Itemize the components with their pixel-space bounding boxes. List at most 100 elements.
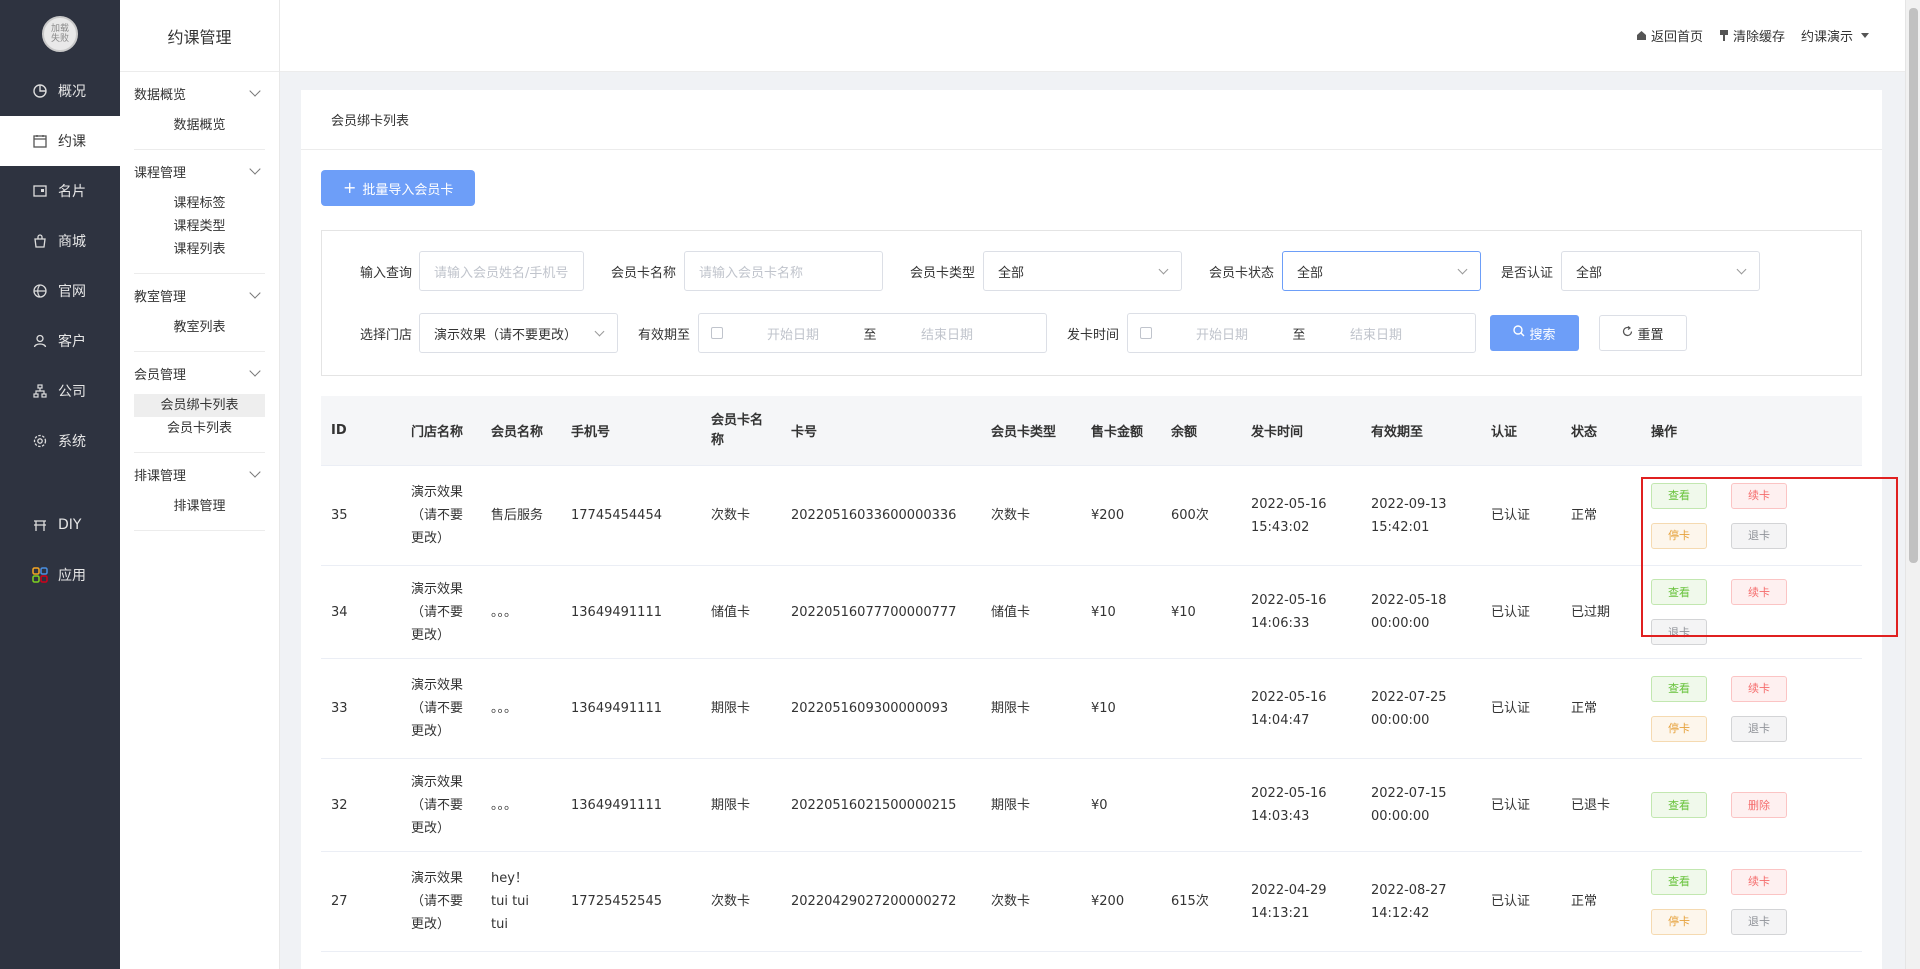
user-menu[interactable]: 约课演示	[1801, 26, 1869, 45]
group-header[interactable]: 数据概览	[134, 82, 265, 104]
view-button[interactable]: 查看	[1651, 675, 1707, 702]
cell-store: 演示效果（请不要更改）	[411, 774, 464, 836]
refund-button[interactable]: 退卡	[1731, 522, 1787, 549]
cell-card-name: 次数卡	[711, 894, 751, 909]
nav-item-label: 公司	[58, 384, 86, 400]
valid-date-range[interactable]: 开始日期 至 结束日期	[698, 313, 1047, 353]
cell-actions: 查看 续卡 退卡	[1641, 579, 1862, 645]
cell-card-type: 期限卡	[991, 701, 1031, 716]
apps-icon	[32, 567, 48, 583]
nav-item-overview[interactable]: 概况	[0, 66, 120, 116]
sub-item-data-overview[interactable]: 数据概览	[134, 114, 265, 137]
nav-item-website[interactable]: 官网	[0, 266, 120, 316]
col-member: 会员名称	[491, 425, 544, 440]
cell-status: 已退卡	[1571, 797, 1611, 813]
col-card-type: 会员卡类型	[991, 425, 1057, 440]
nav-item-customer[interactable]: 客户	[0, 316, 120, 366]
refresh-icon	[1622, 325, 1633, 341]
table-row: 34 演示效果（请不要更改） 。。。 13649491111 储值卡 2022051607…	[321, 566, 1862, 659]
sub-item-course-types[interactable]: 课程类型	[134, 215, 265, 238]
nav-item-booking[interactable]: 约课	[0, 116, 120, 166]
sub-item-member-card-list[interactable]: 会员卡列表	[134, 417, 265, 440]
view-button[interactable]: 查看	[1651, 579, 1707, 605]
cell-card-type: 储值卡	[991, 604, 1031, 620]
refund-button[interactable]: 退卡	[1731, 715, 1787, 742]
sub-item-course-list[interactable]: 课程列表	[134, 238, 265, 261]
sub-item-member-card-binding[interactable]: 会员绑卡列表	[134, 394, 265, 417]
nav-item-system[interactable]: 系统	[0, 416, 120, 466]
cell-member: hey！ tui tui tui	[491, 871, 530, 932]
sub-item-schedule[interactable]: 排课管理	[134, 495, 265, 518]
sub-nav: 约课管理 数据概览 数据概览 课程管理 课程标签 课程类型 课程列表 教室管理 …	[120, 0, 280, 969]
card-icon	[32, 183, 48, 199]
cell-balance: ¥10	[1171, 604, 1196, 620]
card-type-select[interactable]: 全部	[983, 251, 1182, 291]
suspend-button[interactable]: 停卡	[1651, 522, 1707, 549]
table-row: 27 演示效果（请不要更改） hey！ tui tui tui 17725452545…	[321, 852, 1862, 952]
nav-item-diy[interactable]: DIY	[0, 500, 120, 550]
renew-button[interactable]: 续卡	[1731, 868, 1787, 895]
group-classroom: 教室管理 教室列表	[134, 274, 265, 352]
clear-cache-link[interactable]: 清除缓存	[1719, 26, 1785, 45]
card-status-label: 会员卡状态	[1208, 265, 1274, 281]
cell-actions: 查看 续卡 停卡 退卡	[1641, 868, 1862, 935]
view-button[interactable]: 查看	[1651, 792, 1707, 818]
cell-valid: 2022-09-13 15:42:01	[1371, 496, 1447, 535]
store-select[interactable]: 演示效果（请不要更改）	[419, 313, 618, 353]
cell-member: 。。。	[491, 701, 518, 716]
cell-phone: 17725452545	[571, 894, 662, 909]
nav-item-apps[interactable]: 应用	[0, 550, 120, 600]
scrollbar-thumb[interactable]	[1909, 8, 1918, 563]
view-button[interactable]: 查看	[1651, 482, 1707, 509]
cell-status: 正常	[1571, 508, 1598, 523]
cell-store: 演示效果（请不要更改）	[411, 678, 464, 739]
sub-item-classroom-list[interactable]: 教室列表	[134, 316, 265, 339]
nav-item-card[interactable]: 名片	[0, 166, 120, 216]
nav-item-company[interactable]: 公司	[0, 366, 120, 416]
reset-button[interactable]: 重置	[1599, 315, 1687, 351]
cell-valid: 2022-07-15 00:00:00	[1371, 786, 1447, 824]
view-button[interactable]: 查看	[1651, 868, 1707, 895]
batch-import-button[interactable]: + 批量导入会员卡	[321, 170, 476, 206]
user-icon	[32, 333, 48, 349]
cell-balance: 600次	[1171, 508, 1209, 523]
renew-button[interactable]: 续卡	[1731, 482, 1787, 509]
calendar-icon	[32, 133, 48, 149]
col-card-name: 会员卡名称	[711, 412, 764, 448]
suspend-button[interactable]: 停卡	[1651, 715, 1707, 742]
vertical-scrollbar[interactable]	[1905, 0, 1920, 969]
cell-valid: 2022-07-25 00:00:00	[1371, 689, 1447, 728]
cell-status: 正常	[1571, 701, 1598, 716]
refund-button[interactable]: 退卡	[1651, 619, 1707, 645]
suspend-button[interactable]: 停卡	[1651, 908, 1707, 935]
cell-issued: 2022-05-16 14:04:47	[1251, 689, 1327, 728]
issue-date-range[interactable]: 开始日期 至 结束日期	[1127, 313, 1476, 353]
group-header[interactable]: 会员管理	[134, 362, 265, 384]
renew-button[interactable]: 续卡	[1731, 675, 1787, 702]
org-icon	[32, 383, 48, 399]
search-button[interactable]: 搜索	[1490, 315, 1579, 351]
nav-item-shop[interactable]: 商城	[0, 216, 120, 266]
brush-icon	[1719, 30, 1729, 41]
card-name-input[interactable]: 请输入会员卡名称	[684, 251, 883, 291]
nav-item-label: 名片	[58, 184, 86, 200]
cell-verified: 已认证	[1491, 604, 1531, 620]
table-header: ID 门店名称 会员名称 手机号 会员卡名称 卡号 会员卡类型 售卡金额 余额 …	[321, 396, 1862, 466]
group-header[interactable]: 教室管理	[134, 284, 265, 306]
group-header[interactable]: 排课管理	[134, 463, 265, 485]
query-input[interactable]: 请输入会员姓名/手机号	[419, 251, 584, 291]
renew-button[interactable]: 续卡	[1731, 579, 1787, 605]
cell-store: 演示效果（请不要更改）	[411, 871, 464, 932]
cell-member: 。。。	[491, 797, 518, 813]
delete-button[interactable]: 删除	[1731, 792, 1787, 818]
valid-until-label: 有效期至	[637, 327, 690, 343]
verified-select[interactable]: 全部	[1561, 251, 1760, 291]
refund-button[interactable]: 退卡	[1731, 908, 1787, 935]
cell-card-name: 期限卡	[711, 797, 751, 813]
sub-item-course-tags[interactable]: 课程标签	[134, 192, 265, 215]
cell-phone: 13649491111	[571, 797, 662, 813]
group-header[interactable]: 课程管理	[134, 160, 265, 182]
home-link[interactable]: 返回首页	[1636, 26, 1703, 45]
nav-item-label: 商城	[58, 234, 86, 250]
card-status-select[interactable]: 全部	[1282, 251, 1481, 291]
